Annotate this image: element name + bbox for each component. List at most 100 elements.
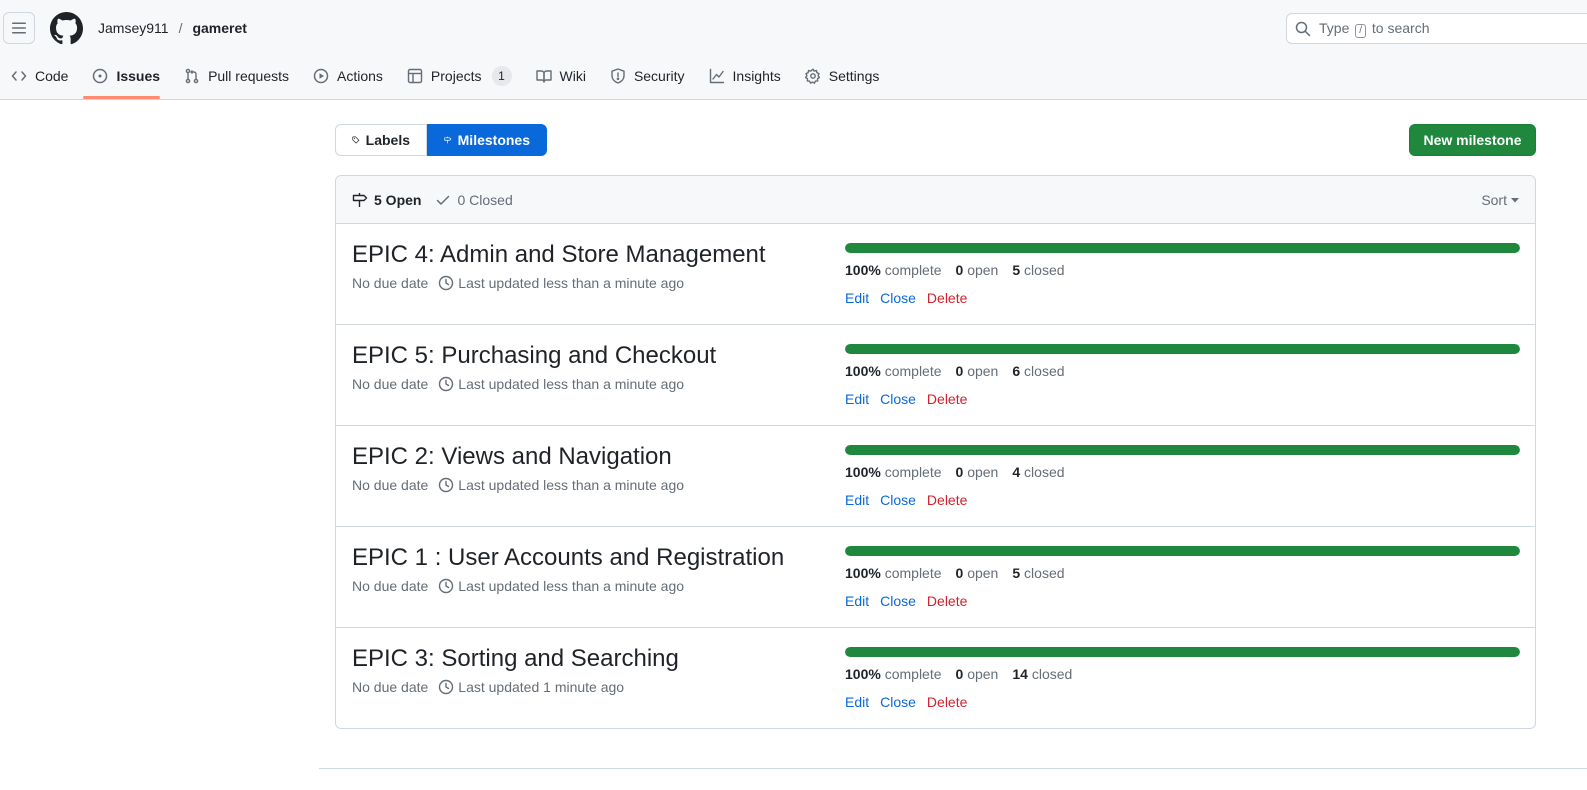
labels-button[interactable]: Labels	[335, 124, 427, 156]
tab-wiki-label: Wiki	[559, 68, 586, 84]
tab-pull-requests[interactable]: Pull requests	[172, 56, 301, 96]
milestone-title[interactable]: EPIC 3: Sorting and Searching	[352, 645, 679, 673]
tab-security[interactable]: Security	[598, 56, 697, 96]
milestone-actions: Edit Close Delete	[845, 593, 967, 609]
milestone-meta: No due date Last updated less than a min…	[352, 376, 684, 392]
breadcrumb-separator: /	[178, 20, 183, 36]
milestone-title[interactable]: EPIC 5: Purchasing and Checkout	[352, 342, 716, 370]
close-link[interactable]: Close	[880, 290, 916, 306]
tab-issues-label: Issues	[116, 68, 161, 84]
tag-icon	[352, 136, 360, 144]
closed-milestones-label: 0 Closed	[457, 191, 513, 208]
milestone-progress-fill	[845, 344, 1520, 354]
milestone-row: EPIC 3: Sorting and Searching No due dat…	[336, 628, 1535, 731]
open-count: 0	[955, 666, 964, 682]
tab-actions[interactable]: Actions	[301, 56, 395, 96]
milestone-due-date: No due date	[352, 275, 429, 291]
close-link[interactable]: Close	[880, 593, 916, 609]
edit-link[interactable]: Edit	[845, 694, 869, 710]
tab-projects[interactable]: Projects 1	[395, 56, 524, 96]
search-input[interactable]: Type / to search	[1286, 13, 1587, 44]
gear-icon	[804, 68, 820, 84]
delete-link[interactable]: Delete	[927, 290, 967, 306]
milestone-updated: Last updated 1 minute ago	[458, 679, 625, 695]
delete-link[interactable]: Delete	[927, 391, 967, 407]
projects-count-badge: 1	[491, 66, 512, 86]
milestone-meta: No due date Last updated less than a min…	[352, 275, 684, 291]
closed-count: 4	[1012, 464, 1021, 480]
delete-link[interactable]: Delete	[927, 492, 967, 508]
closed-count: 14	[1012, 666, 1028, 682]
play-icon	[313, 68, 329, 84]
new-milestone-button[interactable]: New milestone	[1409, 124, 1536, 156]
clock-icon	[439, 477, 454, 493]
close-link[interactable]: Close	[880, 694, 916, 710]
milestone-title[interactable]: EPIC 2: Views and Navigation	[352, 443, 672, 471]
edit-link[interactable]: Edit	[845, 290, 869, 306]
app-header: Jamsey911 / gameret Type / to search Cod…	[0, 0, 1587, 100]
github-logo-icon[interactable]	[50, 12, 83, 45]
close-link[interactable]: Close	[880, 391, 916, 407]
tab-code[interactable]: Code	[0, 56, 80, 96]
sort-dropdown[interactable]: Sort	[1481, 192, 1519, 208]
closed-milestones-filter[interactable]: 0 Closed	[435, 191, 513, 208]
closed-count: 6	[1012, 363, 1021, 379]
tab-issues[interactable]: Issues	[80, 56, 172, 96]
milestone-due-date: No due date	[352, 376, 429, 392]
milestone-updated: Last updated less than a minute ago	[458, 578, 685, 594]
milestone-stats: 100% complete 0 open 14 closed	[845, 666, 1073, 682]
menu-button[interactable]	[3, 12, 35, 44]
milestone-title[interactable]: EPIC 4: Admin and Store Management	[352, 241, 766, 269]
close-link[interactable]: Close	[880, 492, 916, 508]
code-icon	[11, 71, 27, 81]
milestone-meta: No due date Last updated 1 minute ago	[352, 679, 624, 695]
milestone-actions: Edit Close Delete	[845, 694, 967, 710]
breadcrumb-repo-link[interactable]: gameret	[192, 20, 246, 36]
open-count: 0	[955, 464, 964, 480]
milestone-stats: 100% complete 0 open 4 closed	[845, 464, 1065, 480]
active-tab-underline	[83, 96, 160, 99]
issue-opened-icon	[93, 68, 108, 84]
edit-link[interactable]: Edit	[845, 492, 869, 508]
tab-pull-requests-label: Pull requests	[208, 68, 289, 84]
repo-nav: Code Issues Pull requests Actions Projec…	[0, 56, 891, 100]
labels-milestones-switch: Labels Milestones	[335, 124, 547, 156]
closed-count: 5	[1012, 565, 1021, 581]
edit-link[interactable]: Edit	[845, 391, 869, 407]
percent-complete: 100%	[845, 363, 881, 379]
milestone-row: EPIC 5: Purchasing and Checkout No due d…	[336, 325, 1535, 426]
tab-actions-label: Actions	[337, 68, 383, 84]
open-milestones-label: 5 Open	[374, 191, 422, 208]
edit-link[interactable]: Edit	[845, 593, 869, 609]
tab-code-label: Code	[35, 68, 69, 84]
open-count: 0	[955, 565, 964, 581]
milestone-row: EPIC 2: Views and Navigation No due date…	[336, 426, 1535, 527]
breadcrumb-owner-link[interactable]: Jamsey911	[98, 20, 169, 36]
milestone-icon	[444, 136, 452, 144]
percent-complete: 100%	[845, 464, 881, 480]
milestone-stats: 100% complete 0 open 5 closed	[845, 565, 1065, 581]
delete-link[interactable]: Delete	[927, 593, 967, 609]
open-milestones-filter[interactable]: 5 Open	[352, 192, 421, 208]
footer-divider	[319, 768, 1587, 769]
milestone-row: EPIC 1 : User Accounts and Registration …	[336, 527, 1535, 628]
clock-icon	[439, 275, 454, 291]
milestone-updated: Last updated less than a minute ago	[458, 275, 685, 291]
delete-link[interactable]: Delete	[927, 694, 967, 710]
search-shortcut-key: /	[1355, 23, 1367, 38]
labels-button-label: Labels	[365, 132, 410, 148]
milestones-button[interactable]: Milestones	[427, 124, 547, 156]
tab-insights-label: Insights	[732, 68, 781, 84]
tab-security-label: Security	[633, 68, 685, 84]
clock-icon	[439, 679, 454, 695]
milestone-title[interactable]: EPIC 1 : User Accounts and Registration	[352, 544, 784, 572]
open-count: 0	[955, 262, 964, 278]
book-icon	[535, 70, 552, 83]
milestone-progress-bar	[845, 344, 1520, 354]
tab-settings[interactable]: Settings	[793, 56, 892, 96]
tab-insights[interactable]: Insights	[697, 56, 793, 96]
milestone-row: EPIC 4: Admin and Store Management No du…	[336, 224, 1535, 325]
percent-complete: 100%	[845, 262, 881, 278]
tab-wiki[interactable]: Wiki	[524, 56, 598, 96]
table-icon	[407, 68, 423, 84]
